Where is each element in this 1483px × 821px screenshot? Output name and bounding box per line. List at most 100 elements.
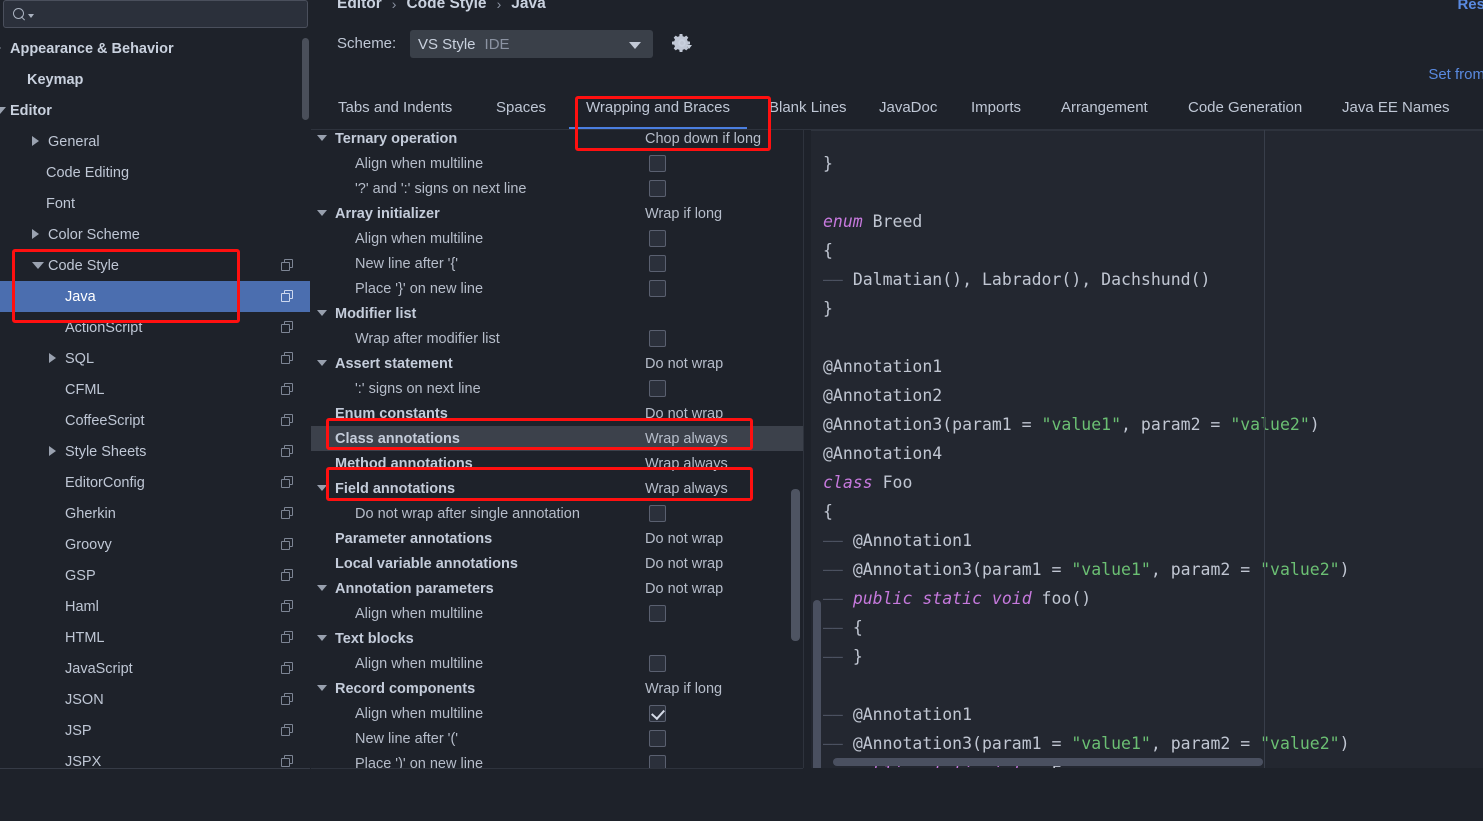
chevron-down-icon[interactable] (317, 485, 327, 491)
breadcrumb-item-java[interactable]: Java (511, 0, 545, 13)
sidebar-item-gsp[interactable]: GSP (0, 560, 310, 591)
code-vertical-scrollbar[interactable] (813, 600, 821, 768)
tab-code-generation[interactable]: Code Generation (1188, 98, 1302, 130)
copy-icon[interactable] (281, 321, 294, 334)
setting-row[interactable]: Assert statement Do not wrap (311, 351, 803, 376)
copy-icon[interactable] (281, 383, 294, 396)
code-horizontal-scrollbar[interactable] (833, 758, 1263, 766)
sidebar-item-color-scheme[interactable]: Color Scheme (0, 219, 310, 250)
setting-checkbox[interactable] (649, 280, 666, 297)
setting-value[interactable]: Wrap always (645, 431, 728, 447)
sidebar-item-java[interactable]: Java (0, 281, 310, 312)
chevron-down-icon[interactable] (317, 635, 327, 641)
sidebar-item-gherkin[interactable]: Gherkin (0, 498, 310, 529)
search-field[interactable] (34, 6, 274, 22)
chevron-down-icon[interactable] (317, 135, 327, 141)
chevron-down-icon[interactable] (32, 262, 44, 269)
setting-checkbox[interactable] (649, 655, 666, 672)
scheme-dropdown[interactable]: VS Style IDE (410, 30, 653, 58)
setting-checkbox[interactable] (649, 605, 666, 622)
setting-row[interactable]: Modifier list (311, 301, 803, 326)
breadcrumb-item-code-style[interactable]: Code Style (406, 0, 486, 13)
setting-row[interactable]: Enum constants Do not wrap (311, 401, 803, 426)
settings-scrollbar[interactable] (791, 489, 800, 641)
sidebar-item-jsp[interactable]: JSP (0, 715, 310, 746)
setting-value[interactable]: Chop down if long (645, 131, 761, 147)
chevron-down-icon[interactable] (317, 585, 327, 591)
sidebar-item-code-style[interactable]: Code Style (0, 250, 310, 281)
sidebar-item-haml[interactable]: Haml (0, 591, 310, 622)
setting-value[interactable]: Wrap always (645, 481, 728, 497)
breadcrumb-item-editor[interactable]: Editor (337, 0, 382, 13)
setting-checkbox[interactable] (649, 255, 666, 272)
code-preview[interactable]: } enum Breed {—— Dalmatian(), Labrador(),… (811, 130, 1483, 768)
copy-icon[interactable] (281, 445, 294, 458)
setting-checkbox[interactable] (649, 330, 666, 347)
setting-row[interactable]: Align when multiline (311, 651, 803, 676)
sidebar-item-coffeescript[interactable]: CoffeeScript (0, 405, 310, 436)
copy-icon[interactable] (281, 414, 294, 427)
setting-checkbox[interactable] (649, 155, 666, 172)
setting-row[interactable]: Place '}' on new line (311, 276, 803, 301)
sidebar-item-font[interactable]: Font (0, 188, 310, 219)
sidebar-item-appearance-behavior[interactable]: Appearance & Behavior (0, 33, 310, 64)
setting-row[interactable]: '?' and ':' signs on next line (311, 176, 803, 201)
copy-icon[interactable] (281, 476, 294, 489)
setting-value[interactable]: Do not wrap (645, 531, 723, 547)
tab-javadoc[interactable]: JavaDoc (879, 98, 937, 130)
chevron-right-icon[interactable] (49, 353, 56, 363)
settings-tree[interactable]: Appearance & Behavior Keymap Editor General… (0, 33, 310, 770)
set-from-link[interactable]: Set from (1428, 66, 1483, 83)
setting-value[interactable]: Wrap always (645, 456, 728, 472)
setting-row[interactable]: Do not wrap after single annotation (311, 501, 803, 526)
setting-checkbox[interactable] (649, 705, 666, 722)
tab-java-ee-names[interactable]: Java EE Names (1342, 98, 1450, 130)
chevron-right-icon[interactable] (0, 43, 1, 53)
setting-row[interactable]: Record components Wrap if long (311, 676, 803, 701)
sidebar-item-groovy[interactable]: Groovy (0, 529, 310, 560)
sidebar-item-actionscript[interactable]: ActionScript (0, 312, 310, 343)
setting-checkbox[interactable] (649, 180, 666, 197)
copy-icon[interactable] (281, 259, 294, 272)
panel-divider[interactable] (803, 130, 804, 768)
setting-row[interactable]: Place ')' on new line (311, 751, 803, 768)
setting-row[interactable]: New line after '{' (311, 251, 803, 276)
sidebar-item-json[interactable]: JSON (0, 684, 310, 715)
chevron-down-icon[interactable] (0, 107, 6, 114)
setting-value[interactable]: Wrap if long (645, 206, 722, 222)
setting-row[interactable]: Align when multiline (311, 226, 803, 251)
chevron-right-icon[interactable] (32, 229, 39, 239)
setting-checkbox[interactable] (649, 755, 666, 768)
setting-row[interactable]: ':' signs on next line (311, 376, 803, 401)
tab-imports[interactable]: Imports (971, 98, 1021, 130)
setting-checkbox[interactable] (649, 505, 666, 522)
sidebar-item-keymap[interactable]: Keymap (0, 64, 310, 95)
setting-value[interactable]: Wrap if long (645, 681, 722, 697)
setting-value[interactable]: Do not wrap (645, 556, 723, 572)
setting-checkbox[interactable] (649, 730, 666, 747)
sidebar-item-general[interactable]: General (0, 126, 310, 157)
setting-row[interactable]: Align when multiline (311, 701, 803, 726)
setting-checkbox[interactable] (649, 230, 666, 247)
gear-icon[interactable] (671, 32, 693, 54)
chevron-right-icon[interactable] (32, 136, 39, 146)
setting-row[interactable]: Local variable annotations Do not wrap (311, 551, 803, 576)
copy-icon[interactable] (281, 352, 294, 365)
sidebar-scrollbar[interactable] (302, 38, 309, 120)
copy-icon[interactable] (281, 662, 294, 675)
sidebar-item-code-editing[interactable]: Code Editing (0, 157, 310, 188)
wrapping-settings-list[interactable]: Ternary operation Chop down if long Align … (311, 126, 803, 768)
sidebar-item-sql[interactable]: SQL (0, 343, 310, 374)
setting-row[interactable]: Annotation parameters Do not wrap (311, 576, 803, 601)
copy-icon[interactable] (281, 724, 294, 737)
setting-value[interactable]: Do not wrap (645, 406, 723, 422)
chevron-right-icon[interactable] (49, 446, 56, 456)
setting-checkbox[interactable] (649, 380, 666, 397)
chevron-down-icon[interactable] (317, 310, 327, 316)
sidebar-item-cfml[interactable]: CFML (0, 374, 310, 405)
copy-icon[interactable] (281, 290, 294, 303)
copy-icon[interactable] (281, 569, 294, 582)
copy-icon[interactable] (281, 538, 294, 551)
copy-icon[interactable] (281, 600, 294, 613)
setting-row[interactable]: Text blocks (311, 626, 803, 651)
